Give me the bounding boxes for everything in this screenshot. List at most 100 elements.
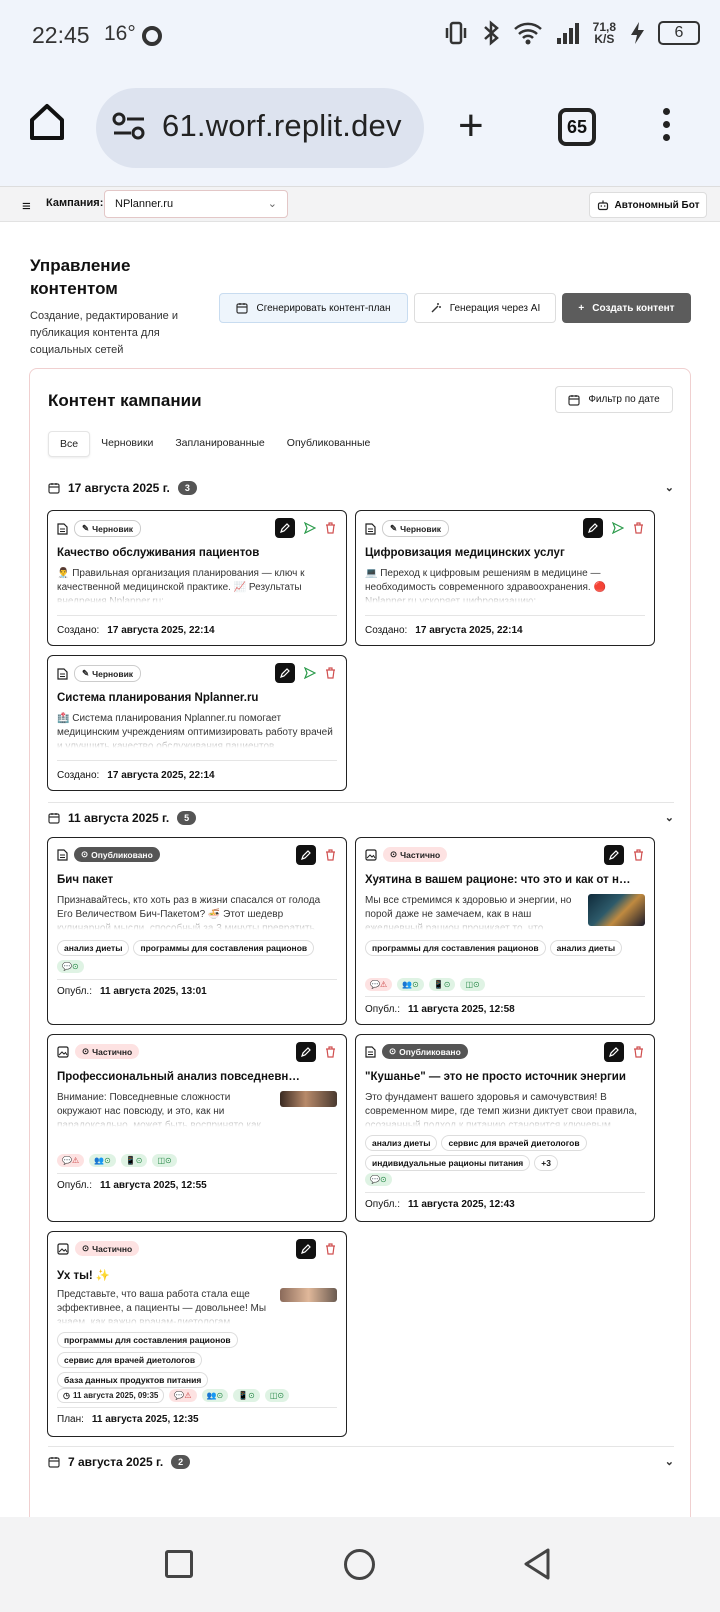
page-subtitle: Создание, редактирование и публикация ко… (30, 310, 178, 356)
status-badge: ⊙ Частично (75, 1044, 140, 1059)
content-card[interactable]: ⊙ Частично Профессиональный анализ повсед… (47, 1034, 347, 1222)
tag[interactable]: анализ диеты (365, 1135, 438, 1151)
ai-generate-button[interactable]: Генерация через AI (414, 293, 556, 323)
send-icon[interactable] (304, 522, 316, 534)
content-card[interactable]: ⊙ Частично Ух ты! ✨ Представьте, что ваша… (47, 1231, 347, 1437)
pencil-icon (280, 523, 290, 533)
tag[interactable]: индивидуальные рационы питания (365, 1155, 531, 1171)
content-card[interactable]: ✎ Черновик Система планирования Nplanner.… (47, 655, 347, 791)
card-title: Ух ты! ✨ (57, 1270, 111, 1282)
group-date: 7 августа 2025 г. (68, 1455, 164, 1469)
instagram-ok-icon: ◫⊙ (152, 1154, 177, 1167)
tag[interactable]: анализ диеты (57, 940, 130, 956)
send-icon[interactable] (612, 522, 624, 534)
card-thumbnail (280, 1288, 337, 1302)
document-icon (57, 848, 68, 861)
create-content-button[interactable]: + Создать контент (562, 293, 691, 323)
edit-button[interactable] (296, 1042, 316, 1062)
content-card[interactable]: ⊙ Опубликовано Бич пакет Признавайтесь, к… (47, 837, 347, 1025)
temperature: 16° (104, 22, 136, 45)
card-thumbnail (588, 894, 645, 926)
tab-all[interactable]: Все (48, 431, 91, 457)
tag[interactable]: анализ диеты (549, 940, 623, 956)
card-footer: Опубл.: 11 августа 2025, 13:01 (57, 986, 207, 997)
hamburger-menu-icon[interactable]: ≡ (22, 198, 31, 215)
back-button[interactable] (522, 1547, 552, 1581)
browser-menu-icon[interactable] (663, 108, 671, 147)
platform-status: ◷ 11 августа 2025, 09:35 💬⚠ 👥⊙ 📱⊙ ◫⊙ (57, 1388, 290, 1403)
new-tab-icon[interactable]: + (458, 104, 484, 148)
group-date: 17 августа 2025 г. (68, 481, 170, 495)
tab-switcher-button[interactable]: 65 (558, 108, 596, 146)
pencil-icon (609, 850, 619, 860)
delete-icon[interactable] (325, 522, 336, 534)
edit-button[interactable] (583, 518, 603, 538)
pencil-icon (301, 1047, 311, 1057)
charging-icon (631, 22, 644, 44)
card-text: 👨‍⚕️ Правильная организация планирования… (57, 568, 305, 603)
edit-button[interactable] (275, 663, 295, 683)
delete-icon[interactable] (633, 849, 644, 861)
card-text: Мы все стремимся к здоровью и энергии, н… (365, 895, 572, 930)
delete-icon[interactable] (633, 522, 644, 534)
delete-icon[interactable] (325, 1046, 336, 1058)
delete-icon[interactable] (633, 1046, 644, 1058)
edit-button[interactable] (604, 1042, 624, 1062)
tab-drafts[interactable]: Черновики (90, 431, 164, 457)
vibrate-icon (445, 21, 466, 45)
pencil-icon (301, 1244, 311, 1254)
status-badge: ✎ Черновик (74, 520, 142, 537)
campaign-select[interactable]: NPlanner.ru ⌄ (104, 190, 288, 218)
tag-list: программы для составления рационов сервис… (57, 1332, 337, 1388)
chevron-down-icon[interactable]: ⌄ (665, 1455, 674, 1468)
tag[interactable]: сервис для врачей диетологов (441, 1135, 587, 1151)
site-settings-icon[interactable] (112, 112, 146, 140)
divider (365, 615, 645, 616)
edit-button[interactable] (604, 845, 624, 865)
send-icon[interactable] (304, 667, 316, 679)
panel-title: Контент кампании (48, 391, 202, 410)
content-card[interactable]: ✎ Черновик Цифровизация медицинских услуг… (355, 510, 655, 646)
date-filter-button[interactable]: Фильтр по дате (555, 386, 673, 413)
autonomous-bot-button[interactable]: Автономный Бот (589, 192, 707, 218)
chevron-down-icon[interactable]: ⌄ (665, 811, 674, 824)
url-text[interactable]: 61.worf.replit.dev (162, 108, 412, 144)
tag[interactable]: программы для составления рационов (133, 940, 315, 956)
home-icon[interactable] (28, 102, 66, 142)
delete-icon[interactable] (325, 1243, 336, 1255)
delete-icon[interactable] (325, 849, 336, 861)
divider (57, 760, 337, 761)
home-button[interactable] (344, 1549, 375, 1580)
edit-button[interactable] (275, 518, 295, 538)
chevron-down-icon[interactable]: ⌄ (665, 481, 674, 494)
pencil-icon: ✎ (82, 523, 90, 533)
content-card[interactable]: ✎ Черновик Качество обслуживания пациенто… (47, 510, 347, 646)
content-card[interactable]: ⊙ Частично Хуятина в вашем рационе: что э… (355, 837, 655, 1025)
document-icon (365, 522, 376, 535)
recents-button[interactable] (165, 1550, 193, 1578)
date-group-header[interactable]: 7 августа 2025 г. 2 ⌄ (48, 1447, 674, 1477)
tag[interactable]: программы для составления рационов (365, 940, 546, 956)
tag[interactable]: сервис для врачей диетологов (57, 1352, 203, 1368)
generate-plan-button[interactable]: Сгенерировать контент-план (219, 293, 408, 323)
divider (57, 1173, 337, 1174)
pencil-icon (280, 668, 290, 678)
edit-button[interactable] (296, 845, 316, 865)
edit-button[interactable] (296, 1239, 316, 1259)
ai-generate-label: Генерация через AI (449, 302, 541, 314)
date-group-header[interactable]: 17 августа 2025 г. 3 ⌄ (48, 473, 674, 503)
tag[interactable]: база данных продуктов питания (57, 1372, 209, 1388)
tab-published[interactable]: Опубликованные (276, 431, 382, 457)
tab-scheduled[interactable]: Запланированные (164, 431, 275, 457)
pencil-icon (609, 1047, 619, 1057)
delete-icon[interactable] (325, 667, 336, 679)
tag-list: программы для составления рационов анализ… (365, 940, 645, 956)
more-tags-badge[interactable]: +3 (534, 1155, 558, 1171)
instagram-ok-icon: ◫⊙ (460, 978, 485, 991)
date-group-header[interactable]: 11 августа 2025 г. 5 ⌄ (48, 803, 674, 833)
content-card[interactable]: ⊙ Опубликовано "Кушанье" — это не просто … (355, 1034, 655, 1222)
platform-status: 💬⚠ 👥⊙ 📱⊙ ◫⊙ (57, 1154, 177, 1167)
phone-ok-icon: 📱⊙ (428, 978, 456, 991)
tag[interactable]: программы для составления рационов (57, 1332, 238, 1348)
bot-button-label: Автономный Бот (614, 199, 700, 211)
